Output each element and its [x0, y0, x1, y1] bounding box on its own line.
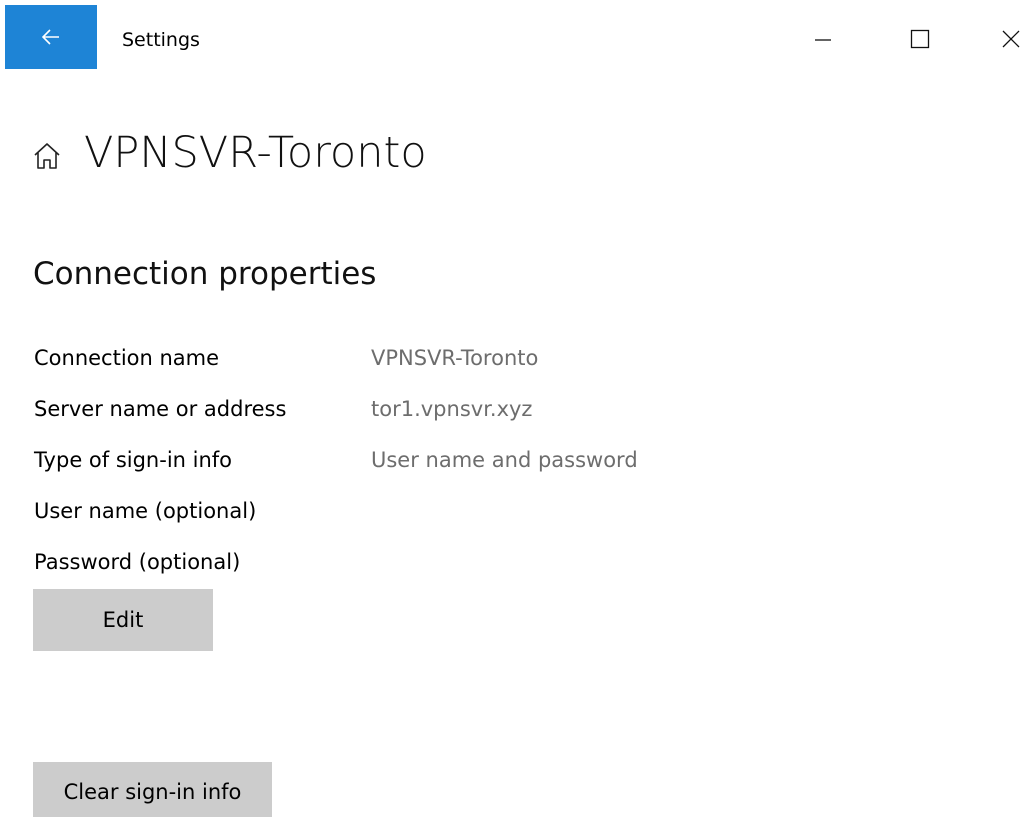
arrow-left-icon [42, 29, 59, 45]
section-title: Connection properties [33, 256, 377, 292]
page-title: VPNSVR-Toronto [84, 128, 427, 178]
minimize-icon [815, 39, 831, 41]
clear-sign-in-info-button[interactable]: Clear sign-in info [33, 762, 272, 817]
app-title: Settings [122, 29, 200, 51]
home-icon[interactable] [32, 141, 62, 171]
close-icon [1002, 30, 1020, 48]
close-button[interactable] [988, 16, 1023, 62]
property-row-server-name: Server name or address tor1.vpnsvr.xyz [34, 387, 794, 438]
property-row-connection-name: Connection name VPNSVR-Toronto [34, 336, 794, 387]
property-label: Connection name [34, 346, 220, 370]
back-button[interactable] [5, 5, 97, 69]
connection-properties-list: Connection name VPNSVR-Toronto Server na… [34, 336, 794, 591]
property-row-sign-in-type: Type of sign-in info User name and passw… [34, 438, 794, 489]
page-header: VPNSVR-Toronto [32, 118, 427, 188]
edit-button[interactable]: Edit [33, 589, 213, 651]
maximize-button[interactable] [897, 16, 943, 62]
settings-window: Settings VPNSVR-Toronto Connection prope… [0, 0, 1023, 817]
property-value: VPNSVR-Toronto [371, 346, 539, 370]
minimize-button[interactable] [800, 16, 846, 62]
title-bar: Settings [0, 0, 1023, 70]
property-row-user-name: User name (optional) [34, 489, 794, 540]
property-label: Password (optional) [34, 550, 241, 574]
property-row-password: Password (optional) [34, 540, 794, 591]
property-label: Type of sign-in info [34, 448, 233, 472]
maximize-icon [910, 29, 930, 49]
property-value: tor1.vpnsvr.xyz [371, 397, 533, 421]
property-value: User name and password [371, 448, 638, 472]
property-label: Server name or address [34, 397, 287, 421]
property-label: User name (optional) [34, 499, 257, 523]
